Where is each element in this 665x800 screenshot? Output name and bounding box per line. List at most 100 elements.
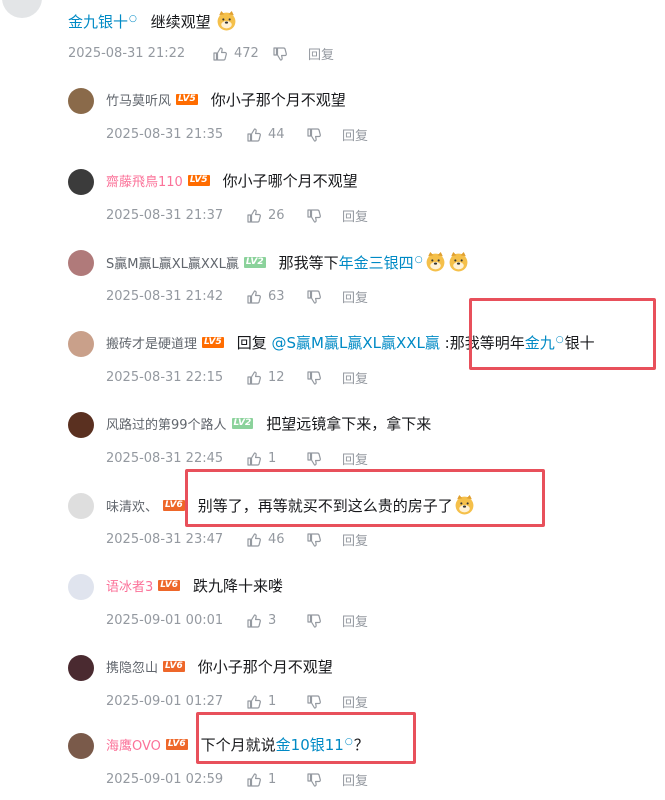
main-comment-time: 2025-08-31 21:22 [68,46,186,61]
like-count: 3 [268,613,277,628]
like-icon[interactable] [212,46,228,62]
like-icon[interactable] [246,127,262,143]
avatar[interactable] [68,331,94,357]
dislike-icon[interactable] [306,127,322,143]
like-icon[interactable] [246,451,262,467]
like-count: 1 [268,451,277,466]
mention-link[interactable]: @S贏M贏L贏XL贏XXL贏 [272,334,440,352]
level-badge: LV2 [243,256,266,268]
search-icon[interactable]: ○ [129,14,137,24]
reply-button[interactable]: 回复 [342,692,368,711]
username[interactable]: 语冰者3 [106,576,153,595]
doge-emoji-icon [448,251,469,272]
avatar[interactable] [68,412,94,438]
like-icon[interactable] [246,532,262,548]
main-comment-info: 2025-08-31 21:22 472 回复 [68,44,334,63]
reply-button[interactable]: 回复 [342,770,368,789]
reply-time: 2025-08-31 23:47 [106,532,224,547]
level-badge: LV2 [231,418,254,429]
reply-text: 你小子那个月不观望 [197,658,333,676]
reply-time: 2025-08-31 21:35 [106,127,224,142]
reply-text: 你小子哪个月不观望 [222,172,358,190]
search-link[interactable]: 年金三银四 [339,254,414,272]
level-badge: LV5 [176,94,198,105]
reply-button[interactable]: 回复 [342,530,368,549]
username[interactable]: 齋藤飛鳥110 [106,171,183,190]
like-count: 46 [268,532,285,547]
like-count: 1 [268,772,277,787]
like-count: 63 [268,289,285,304]
reply-time: 2025-09-01 01:27 [106,694,224,709]
like-count: 26 [268,208,285,223]
dislike-icon[interactable] [306,451,322,467]
reply-time: 2025-08-31 21:37 [106,208,224,223]
avatar[interactable] [68,733,94,759]
username[interactable]: 风路过的第99个路人 [106,414,227,433]
username[interactable]: 味清欢、 [106,496,158,515]
reply-button[interactable]: 回复 [308,44,334,63]
username[interactable]: 搬砖才是硬道理 [106,333,197,352]
reply-text-pre: 那我等下 [278,254,339,272]
like-icon[interactable] [246,694,262,710]
level-badge: LV6 [165,739,188,750]
avatar[interactable] [68,574,94,600]
username[interactable]: 携隐忽山 [106,657,158,676]
dislike-icon[interactable] [306,613,322,629]
like-count: 44 [268,127,285,142]
username[interactable]: S贏M贏L贏XL贏XXL贏 [106,253,239,272]
reply-item: 携隐忽山 LV6 你小子那个月不观望 2025-09-01 01:27 1 回复 [68,642,665,723]
reply-button[interactable]: 回复 [342,449,368,468]
highlight-box [469,298,656,370]
like-icon[interactable] [246,613,262,629]
like-icon[interactable] [246,289,262,305]
reply-time: 2025-09-01 02:59 [106,772,224,787]
level-badge: LV6 [163,661,185,672]
reply-button[interactable]: 回复 [342,368,368,387]
reply-button[interactable]: 回复 [342,611,368,630]
reply-text: 你小子那个月不观望 [210,91,346,109]
main-comment-content: 金九银十○ 继续观望 [68,10,238,32]
search-icon[interactable]: ○ [415,255,423,265]
avatar[interactable] [68,493,94,519]
main-comment-search-link[interactable]: 金九银十 [68,13,128,31]
reply-item: 竹马莫听风 LV5 你小子那个月不观望 2025-08-31 21:35 44 … [68,75,665,156]
main-comment-avatar[interactable] [2,0,42,18]
dislike-icon[interactable] [306,208,322,224]
reply-item: 语冰者3 LV6 跌九降十来喽 2025-09-01 00:01 3 回复 [68,561,665,642]
reply-text: 跌九降十来喽 [193,577,284,595]
level-badge: LV6 [158,580,181,591]
like-count: 1 [268,694,277,709]
like-icon[interactable] [246,772,262,788]
reply-button[interactable]: 回复 [342,287,368,306]
highlight-box [196,712,416,764]
avatar[interactable] [68,88,94,114]
dislike-icon[interactable] [272,46,288,62]
reply-button[interactable]: 回复 [342,206,368,225]
reply-item: 齋藤飛鳥110 LV5 你小子哪个月不观望 2025-08-31 21:37 2… [68,156,665,237]
avatar[interactable] [68,169,94,195]
level-badge: LV6 [163,499,185,511]
dislike-icon[interactable] [306,289,322,305]
reply-text: 那我等下年金三银四○ [279,251,470,273]
avatar[interactable] [68,655,94,681]
dislike-icon[interactable] [306,772,322,788]
highlight-box [185,469,545,527]
reply-time: 2025-09-01 00:01 [106,613,224,628]
dislike-icon[interactable] [306,370,322,386]
reply-prefix: 回复 [236,334,272,352]
reply-time: 2025-08-31 22:15 [106,370,224,385]
like-icon[interactable] [246,208,262,224]
level-badge: LV5 [202,337,224,348]
like-count: 472 [234,46,259,61]
like-icon[interactable] [246,370,262,386]
level-badge: LV5 [187,175,210,186]
reply-time: 2025-08-31 22:45 [106,451,224,466]
username[interactable]: 竹马莫听风 [106,90,171,109]
dislike-icon[interactable] [306,532,322,548]
reply-item: 风路过的第99个路人 LV2 把望远镜拿下来，拿下来 2025-08-31 22… [68,399,665,480]
reply-button[interactable]: 回复 [342,125,368,144]
username[interactable]: 海鹰OVO [106,735,161,754]
avatar[interactable] [68,250,94,276]
dislike-icon[interactable] [306,694,322,710]
doge-emoji-icon [216,10,237,31]
